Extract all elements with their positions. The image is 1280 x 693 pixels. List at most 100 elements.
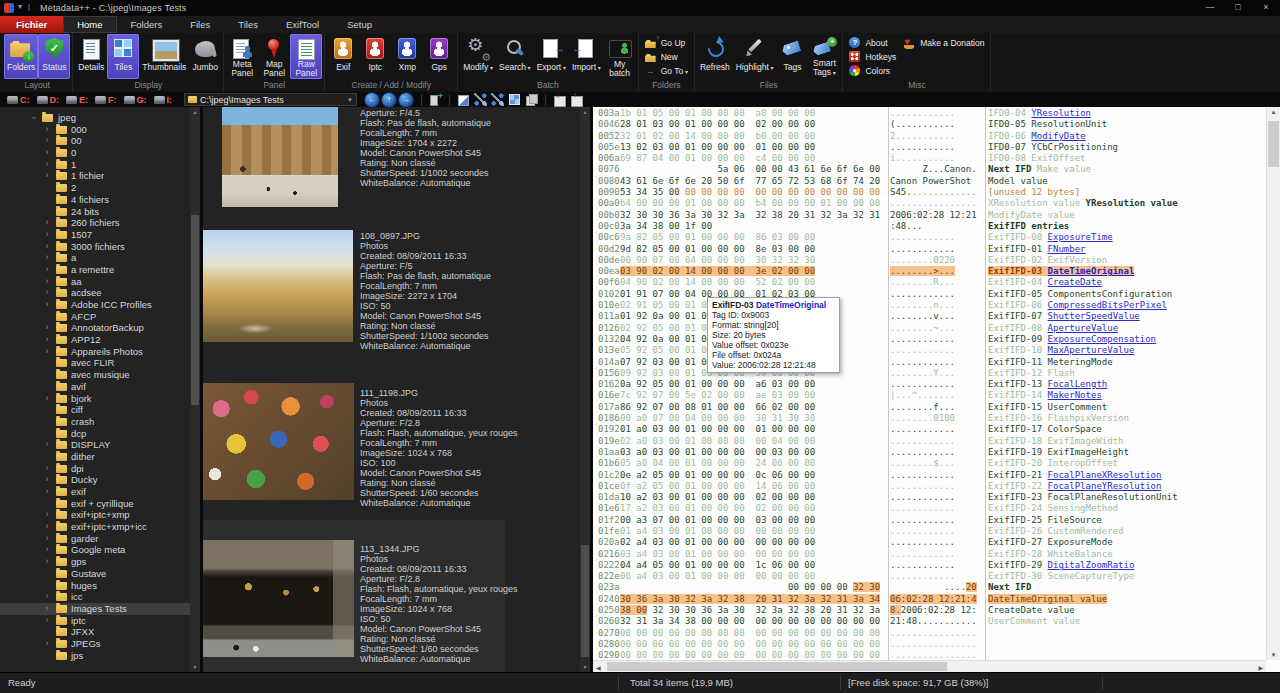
chevron-right-icon[interactable]: › xyxy=(44,544,50,556)
drive-e[interactable]: E: xyxy=(66,95,88,105)
tree-item-display[interactable]: ›DISPLAY xyxy=(0,439,190,451)
hex-hscrollbar[interactable]: ◀ ▶ xyxy=(593,660,1266,672)
hex-row-0132[interactable]: 013204 92 0a 00 01 00 00 00 96 03 00 00.… xyxy=(593,334,1266,345)
tree-item-appareils-photos[interactable]: ›Appareils Photos xyxy=(0,346,190,358)
hex-row-00a0[interactable]: 00a0b4 00 00 00 01 00 00 00 b4 00 00 00 … xyxy=(593,198,1266,209)
hex-row-0126[interactable]: 012602 92 05 00 01 00 00 00 7e 03 00 00.… xyxy=(593,323,1266,334)
hex-row-0222[interactable]: 022204 a4 05 00 01 00 00 00 1c 06 00 00.… xyxy=(593,560,1266,571)
hex-row-00c0[interactable]: 00c03a 34 38 00 1f 00:48...ExifIFD entri… xyxy=(593,221,1266,232)
tree-item-app12[interactable]: ›APP12 xyxy=(0,334,190,346)
hex-row-01ce[interactable]: 01ce0f a2 05 00 01 00 00 00 14 06 00 00.… xyxy=(593,481,1266,492)
ribbon-button-raw-panel[interactable]: Raw Panel xyxy=(290,34,322,79)
hex-row-00f6[interactable]: 00f604 90 02 00 14 00 00 00 52 02 00 00.… xyxy=(593,277,1266,288)
tree-item-dither[interactable]: dither xyxy=(0,451,190,463)
ribbon-button-map-panel[interactable]: Map Panel xyxy=(258,34,290,79)
tree-item-1507[interactable]: ›1507 xyxy=(0,229,190,241)
tree-item-bjork[interactable]: ›bjork xyxy=(0,393,190,405)
menu-tab-tiles[interactable]: Tiles xyxy=(224,16,272,33)
hex-row-0156[interactable]: 015609 92 03 00 01 00 00 00 59 00 00 00.… xyxy=(593,368,1266,379)
ribbon-button-jumbo[interactable]: Jumbo xyxy=(189,34,221,79)
hex-row-00de[interactable]: 00de00 90 07 00 04 00 00 00 30 32 32 30.… xyxy=(593,255,1266,266)
ribbon-button-modify[interactable]: Modify ▾ xyxy=(460,34,496,79)
chevron-right-icon[interactable]: › xyxy=(44,509,50,521)
tree-item-0[interactable]: ›0 xyxy=(0,147,190,159)
boxin-icon[interactable] xyxy=(553,93,566,106)
hex-row-013e[interactable]: 013e05 92 05 00 01 00 00 00 9e 03 00 00.… xyxy=(593,345,1266,356)
tree-item-jps[interactable]: jps xyxy=(0,650,190,662)
ribbon-button-new[interactable]: New xyxy=(641,50,692,64)
chevron-right-icon[interactable]: › xyxy=(44,287,50,299)
scroll-down-icon[interactable]: ▼ xyxy=(190,662,200,672)
tree-item-ciff[interactable]: ciff xyxy=(0,404,190,416)
hex-row-023a[interactable]: 023a 00 00 00 00 32 30 ....20Next IFD xyxy=(593,582,1266,593)
chevron-right-icon[interactable]: › xyxy=(44,638,50,650)
quick-access-dropdown-icon[interactable]: ▾ xyxy=(18,2,22,11)
drive-f[interactable]: F: xyxy=(95,95,117,105)
tree-item-exif-iptc-xmp[interactable]: ›exif+iptc+xmp xyxy=(0,509,190,521)
tiles-scrollbar[interactable]: ▲ ▼ xyxy=(580,107,590,672)
tree-item-google-meta[interactable]: ›Google meta xyxy=(0,544,190,556)
hex-row-0280[interactable]: 028000 00 00 00 00 00 00 00 00 00 00 00 … xyxy=(593,639,1266,650)
file-tile-111-1198-jpg[interactable]: 111_1198.JPGPhotosCreated: 08/09/2011 16… xyxy=(203,383,505,536)
hex-row-019e[interactable]: 019e02 a0 03 00 01 00 00 00 00 04 00 00.… xyxy=(593,436,1266,447)
tree-item-crash[interactable]: crash xyxy=(0,416,190,428)
menu-tab-files[interactable]: Files xyxy=(176,16,224,33)
tree-item-4-fichiers[interactable]: 4 fichiers xyxy=(0,194,190,206)
nav-up-button[interactable]: ↑ xyxy=(382,93,396,107)
boxout-icon[interactable] xyxy=(570,93,583,106)
chevron-down-icon[interactable]: ▼ xyxy=(347,97,353,103)
hex-vscrollbar[interactable]: ▲ ▼ xyxy=(1266,107,1280,660)
tree-item-adobe-icc-profiles[interactable]: ›Adobe ICC Profiles xyxy=(0,299,190,311)
hex-row-01da[interactable]: 01da10 a2 03 00 01 00 00 00 02 00 00 00.… xyxy=(593,492,1266,503)
tree-item-avif[interactable]: avif xyxy=(0,381,190,393)
hex-row-020a[interactable]: 020a02 a4 03 00 01 00 00 00 00 00 00 00.… xyxy=(593,537,1266,548)
chevron-right-icon[interactable]: › xyxy=(44,217,50,229)
scroll-up-icon[interactable]: ▲ xyxy=(580,107,590,117)
file-tile-108-0897-jpg[interactable]: 108_0897.JPGPhotosCreated: 08/09/2011 16… xyxy=(203,229,505,382)
drive-c[interactable]: C: xyxy=(7,95,30,105)
ribbon-button-make-a-donation[interactable]: Make a Donation xyxy=(900,36,988,50)
chevron-right-icon[interactable]: › xyxy=(44,334,50,346)
ribbon-button-go-to[interactable]: Go To ▾ xyxy=(641,64,692,78)
hex-row-0290[interactable]: 029000 00 00 00 00 00 00 00 00 00 00 00 … xyxy=(593,650,1266,660)
ribbon-button-highlight[interactable]: Highlight ▾ xyxy=(733,34,777,79)
ribbon-button-thumbnails[interactable]: Thumbnails xyxy=(139,34,189,79)
hex-row-01fe[interactable]: 01fe01 a4 03 00 01 00 00 00 00 00 00 00.… xyxy=(593,526,1266,537)
hex-row-0270[interactable]: 027000 00 00 00 00 00 00 00 00 00 00 00 … xyxy=(593,628,1266,639)
hex-row-014a[interactable]: 014a07 92 03 00 01 00 00 00 05 00 00 00.… xyxy=(593,357,1266,368)
chevron-right-icon[interactable]: › xyxy=(44,603,50,615)
hex-row-00ea[interactable]: 00ea03 90 02 00 14 00 00 00 3e 02 00 00.… xyxy=(593,266,1266,277)
chevron-right-icon[interactable]: › xyxy=(44,591,50,603)
hex-row-0076[interactable]: 0076 5a 06 00 00 43 61 6e 6f 6e 00 Z...C… xyxy=(593,164,1266,175)
ribbon-button-search[interactable]: Search ▾ xyxy=(496,34,534,79)
tree-item-00[interactable]: ›00 xyxy=(0,135,190,147)
chevron-right-icon[interactable]: › xyxy=(44,533,50,545)
hex-row-00c6[interactable]: 00c69a 82 05 00 01 00 00 00 86 03 00 00.… xyxy=(593,232,1266,243)
hex-row-0162[interactable]: 01620a 92 05 00 01 00 00 00 a6 03 00 00.… xyxy=(593,379,1266,390)
hex-row-0250[interactable]: 025038 00 32 30 30 36 3a 30 32 3a 32 38 … xyxy=(593,605,1266,616)
chevron-right-icon[interactable]: › xyxy=(44,170,50,182)
file-tile-113-1344-jpg[interactable]: 113_1344.JPGPhotosCreated: 08/09/2011 16… xyxy=(203,520,505,672)
tree-item-24-bits[interactable]: 24 bits xyxy=(0,206,190,218)
ribbon-button-xmp[interactable]: Xmp xyxy=(391,34,423,79)
ribbon-button-refresh[interactable]: Refresh xyxy=(697,34,733,79)
ribbon-button-folders[interactable]: Folders xyxy=(4,34,38,79)
hex-row-01aa[interactable]: 01aa03 a0 03 00 01 00 00 00 00 03 00 00.… xyxy=(593,447,1266,458)
tree-item-icc[interactable]: ›icc xyxy=(0,591,190,603)
scroll-down-icon[interactable]: ▼ xyxy=(1267,652,1280,658)
ribbon-button-about[interactable]: About xyxy=(845,36,900,50)
scroll-up-icon[interactable]: ▲ xyxy=(1267,109,1280,115)
chevron-right-icon[interactable]: › xyxy=(44,229,50,241)
hex-hscrollbar-thumb[interactable] xyxy=(607,662,947,671)
maximize-button[interactable]: □ xyxy=(1224,0,1252,16)
hex-row-0192[interactable]: 019201 a0 03 00 01 00 00 00 01 00 00 00.… xyxy=(593,424,1266,435)
hex-row-0090[interactable]: 009053 34 35 00 00 00 00 00 00 00 00 00 … xyxy=(593,187,1266,198)
tree-item-iptc[interactable]: ›iptc xyxy=(0,615,190,627)
tree-scrollbar[interactable]: ▲ ▼ xyxy=(190,107,200,672)
hex-row-0080[interactable]: 008043 61 6e 6f 6e 20 50 6f 77 65 72 53 … xyxy=(593,176,1266,187)
hex-row-0260[interactable]: 026032 31 3a 34 38 00 00 00 00 00 00 00 … xyxy=(593,616,1266,627)
chevron-right-icon[interactable]: › xyxy=(44,393,50,405)
menu-tab-exiftool[interactable]: ExifTool xyxy=(272,16,333,33)
drive-d[interactable]: D: xyxy=(37,95,60,105)
menu-tab-setup[interactable]: Setup xyxy=(333,16,386,33)
